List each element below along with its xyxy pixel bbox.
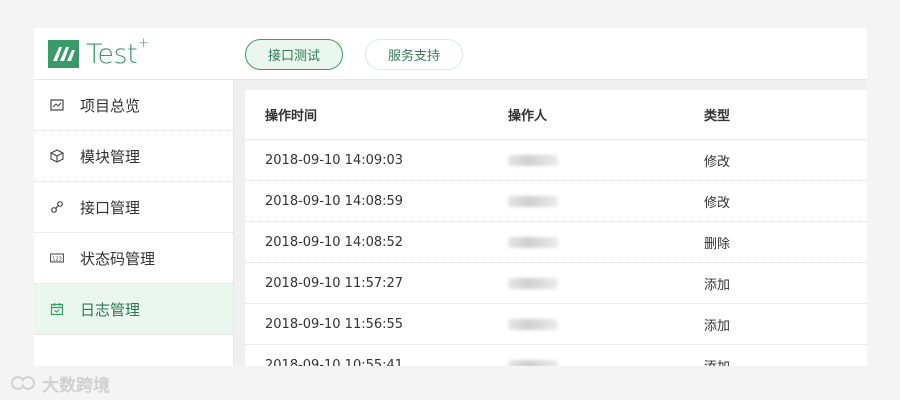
- logo[interactable]: Test+: [48, 37, 149, 70]
- sidebar-item-api-management[interactable]: 接口管理: [34, 182, 233, 233]
- cell-operator: [508, 304, 558, 344]
- log-table: 操作时间 操作人 类型 2018-09-10 14:09:03 修改 2018-…: [245, 90, 867, 366]
- tab-service-support[interactable]: 服务支持: [365, 39, 463, 70]
- logo-mark-icon: [48, 40, 79, 68]
- cell-time: 2018-09-10 14:09:03: [265, 152, 404, 168]
- cell-type: 删除: [704, 236, 731, 252]
- watermark-logo-icon: [10, 376, 36, 390]
- table-row[interactable]: 2018-09-10 11:57:27 添加: [245, 263, 867, 304]
- link-icon: [50, 200, 64, 214]
- sidebar-item-label: 日志管理: [80, 300, 141, 319]
- sidebar-item-status-code-management[interactable]: 123 状态码管理: [34, 233, 233, 284]
- cell-operator: [508, 263, 558, 303]
- table-row[interactable]: 2018-09-10 14:08:59 修改: [245, 181, 867, 222]
- table-row[interactable]: 2018-09-10 14:08:52 删除: [245, 222, 867, 263]
- sidebar-item-log-management[interactable]: 日志管理: [34, 284, 233, 335]
- cell-operator: [508, 345, 558, 366]
- watermark-text: 大数跨境: [42, 375, 110, 396]
- tab-api-testing[interactable]: 接口测试: [245, 39, 343, 70]
- cell-type: 添加: [704, 318, 731, 334]
- column-header-type[interactable]: 类型: [704, 90, 730, 139]
- sidebar-item-module-management[interactable]: 模块管理: [34, 131, 233, 182]
- cell-time: 2018-09-10 10:55:41: [265, 357, 404, 367]
- sidebar-item-label: 接口管理: [80, 198, 141, 217]
- blurred-operator-name: [508, 277, 558, 289]
- blurred-operator-name: [508, 195, 558, 207]
- blurred-operator-name: [508, 359, 558, 366]
- cube-icon: [50, 149, 64, 163]
- sidebar-item-label: 模块管理: [80, 147, 141, 166]
- cell-type: 添加: [704, 345, 730, 367]
- logo-text-sup: +: [138, 35, 149, 51]
- cell-time: 2018-09-10 14:08:52: [265, 234, 404, 250]
- cell-time: 2018-09-10 14:08:59: [265, 193, 404, 209]
- cell-operator: [508, 140, 558, 180]
- top-header: Test+ 接口测试 服务支持: [34, 28, 867, 80]
- cell-time: 2018-09-10 11:56:55: [265, 316, 404, 332]
- table-row[interactable]: 2018-09-10 14:09:03 修改: [245, 140, 867, 181]
- watermark: 大数跨境: [8, 370, 110, 396]
- blurred-operator-name: [508, 154, 558, 166]
- logo-text: Test+: [86, 37, 149, 70]
- cell-type: 修改: [704, 195, 731, 211]
- table-row[interactable]: 2018-09-10 10:55:41 添加: [245, 345, 867, 366]
- table-row[interactable]: 2018-09-10 11:56:55 添加: [245, 304, 867, 345]
- sidebar-item-label: 状态码管理: [80, 249, 156, 268]
- blurred-operator-name: [508, 318, 558, 330]
- app-window: Test+ 接口测试 服务支持 项目总览 模块管理 接口管理 123 状态码管理…: [34, 28, 867, 366]
- cell-time: 2018-09-10 11:57:27: [265, 275, 404, 291]
- column-header-operator[interactable]: 操作人: [508, 90, 547, 139]
- sidebar-item-label: 项目总览: [80, 96, 141, 115]
- column-header-time[interactable]: 操作时间: [265, 90, 317, 139]
- cell-operator: [508, 181, 558, 221]
- sidebar-item-project-overview[interactable]: 项目总览: [34, 80, 233, 131]
- calendar-icon: [50, 302, 64, 316]
- svg-text:123: 123: [52, 256, 62, 262]
- code-badge-icon: 123: [50, 251, 64, 265]
- table-header-row: 操作时间 操作人 类型: [245, 90, 867, 140]
- blurred-operator-name: [508, 236, 558, 248]
- cell-type: 修改: [704, 154, 731, 170]
- sidebar: 项目总览 模块管理 接口管理 123 状态码管理 日志管理: [34, 80, 234, 366]
- cell-operator: [508, 222, 558, 262]
- logo-text-main: Test: [86, 38, 138, 70]
- chart-icon: [50, 98, 64, 112]
- cell-type: 添加: [704, 277, 731, 293]
